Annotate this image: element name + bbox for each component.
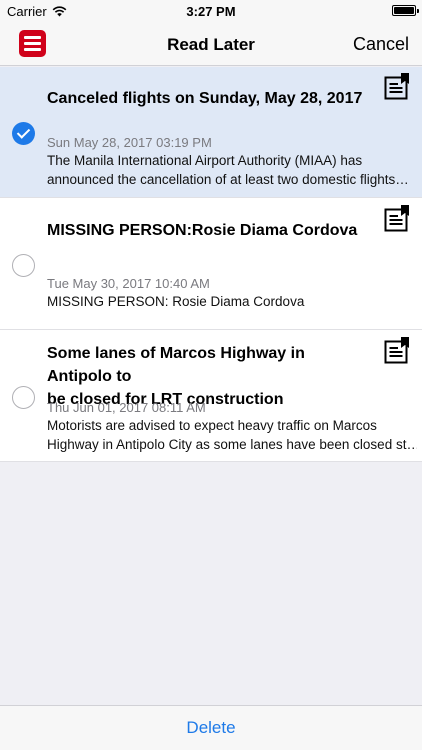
article-bookmark-icon[interactable] [384, 336, 411, 364]
article-row[interactable]: Some lanes of Marcos Highway in Antipolo… [0, 330, 422, 462]
article-summary: MISSING PERSON: Rosie Diama Cordova [47, 294, 305, 309]
bottom-toolbar: Delete [0, 705, 422, 750]
article-summary: Motorists are advised to expect heavy tr… [47, 418, 417, 452]
status-time: 3:27 PM [186, 4, 236, 19]
checkmark-icon [16, 125, 31, 139]
cancel-button[interactable]: Cancel [353, 34, 409, 55]
article-bookmark-icon[interactable] [384, 204, 411, 232]
article-title: Canceled flights on Sunday, May 28, 2017 [47, 90, 363, 107]
battery-icon [392, 5, 419, 16]
article-title: MISSING PERSON:Rosie Diama Cordova [47, 222, 358, 239]
selection-checkbox[interactable] [12, 122, 35, 145]
article-row[interactable]: MISSING PERSON:Rosie Diama Cordova Tue M… [0, 198, 422, 330]
read-later-list: Canceled flights on Sunday, May 28, 2017… [0, 67, 422, 462]
delete-button[interactable]: Delete [186, 718, 235, 738]
article-summary: The Manila International Airport Authori… [47, 153, 409, 187]
status-bar: Carrier 3:27 PM [0, 0, 422, 22]
article-date: Sun May 28, 2017 03:19 PM [47, 135, 212, 150]
article-date: Tue May 30, 2017 10:40 AM [47, 276, 210, 291]
article-bookmark-icon[interactable] [384, 72, 411, 100]
article-date: Thu Jun 01, 2017 08:11 AM [47, 400, 206, 415]
navigation-bar: Read Later Cancel [0, 22, 422, 66]
selection-checkbox[interactable] [12, 254, 35, 277]
article-row[interactable]: Canceled flights on Sunday, May 28, 2017… [0, 67, 422, 198]
selection-checkbox[interactable] [12, 386, 35, 409]
